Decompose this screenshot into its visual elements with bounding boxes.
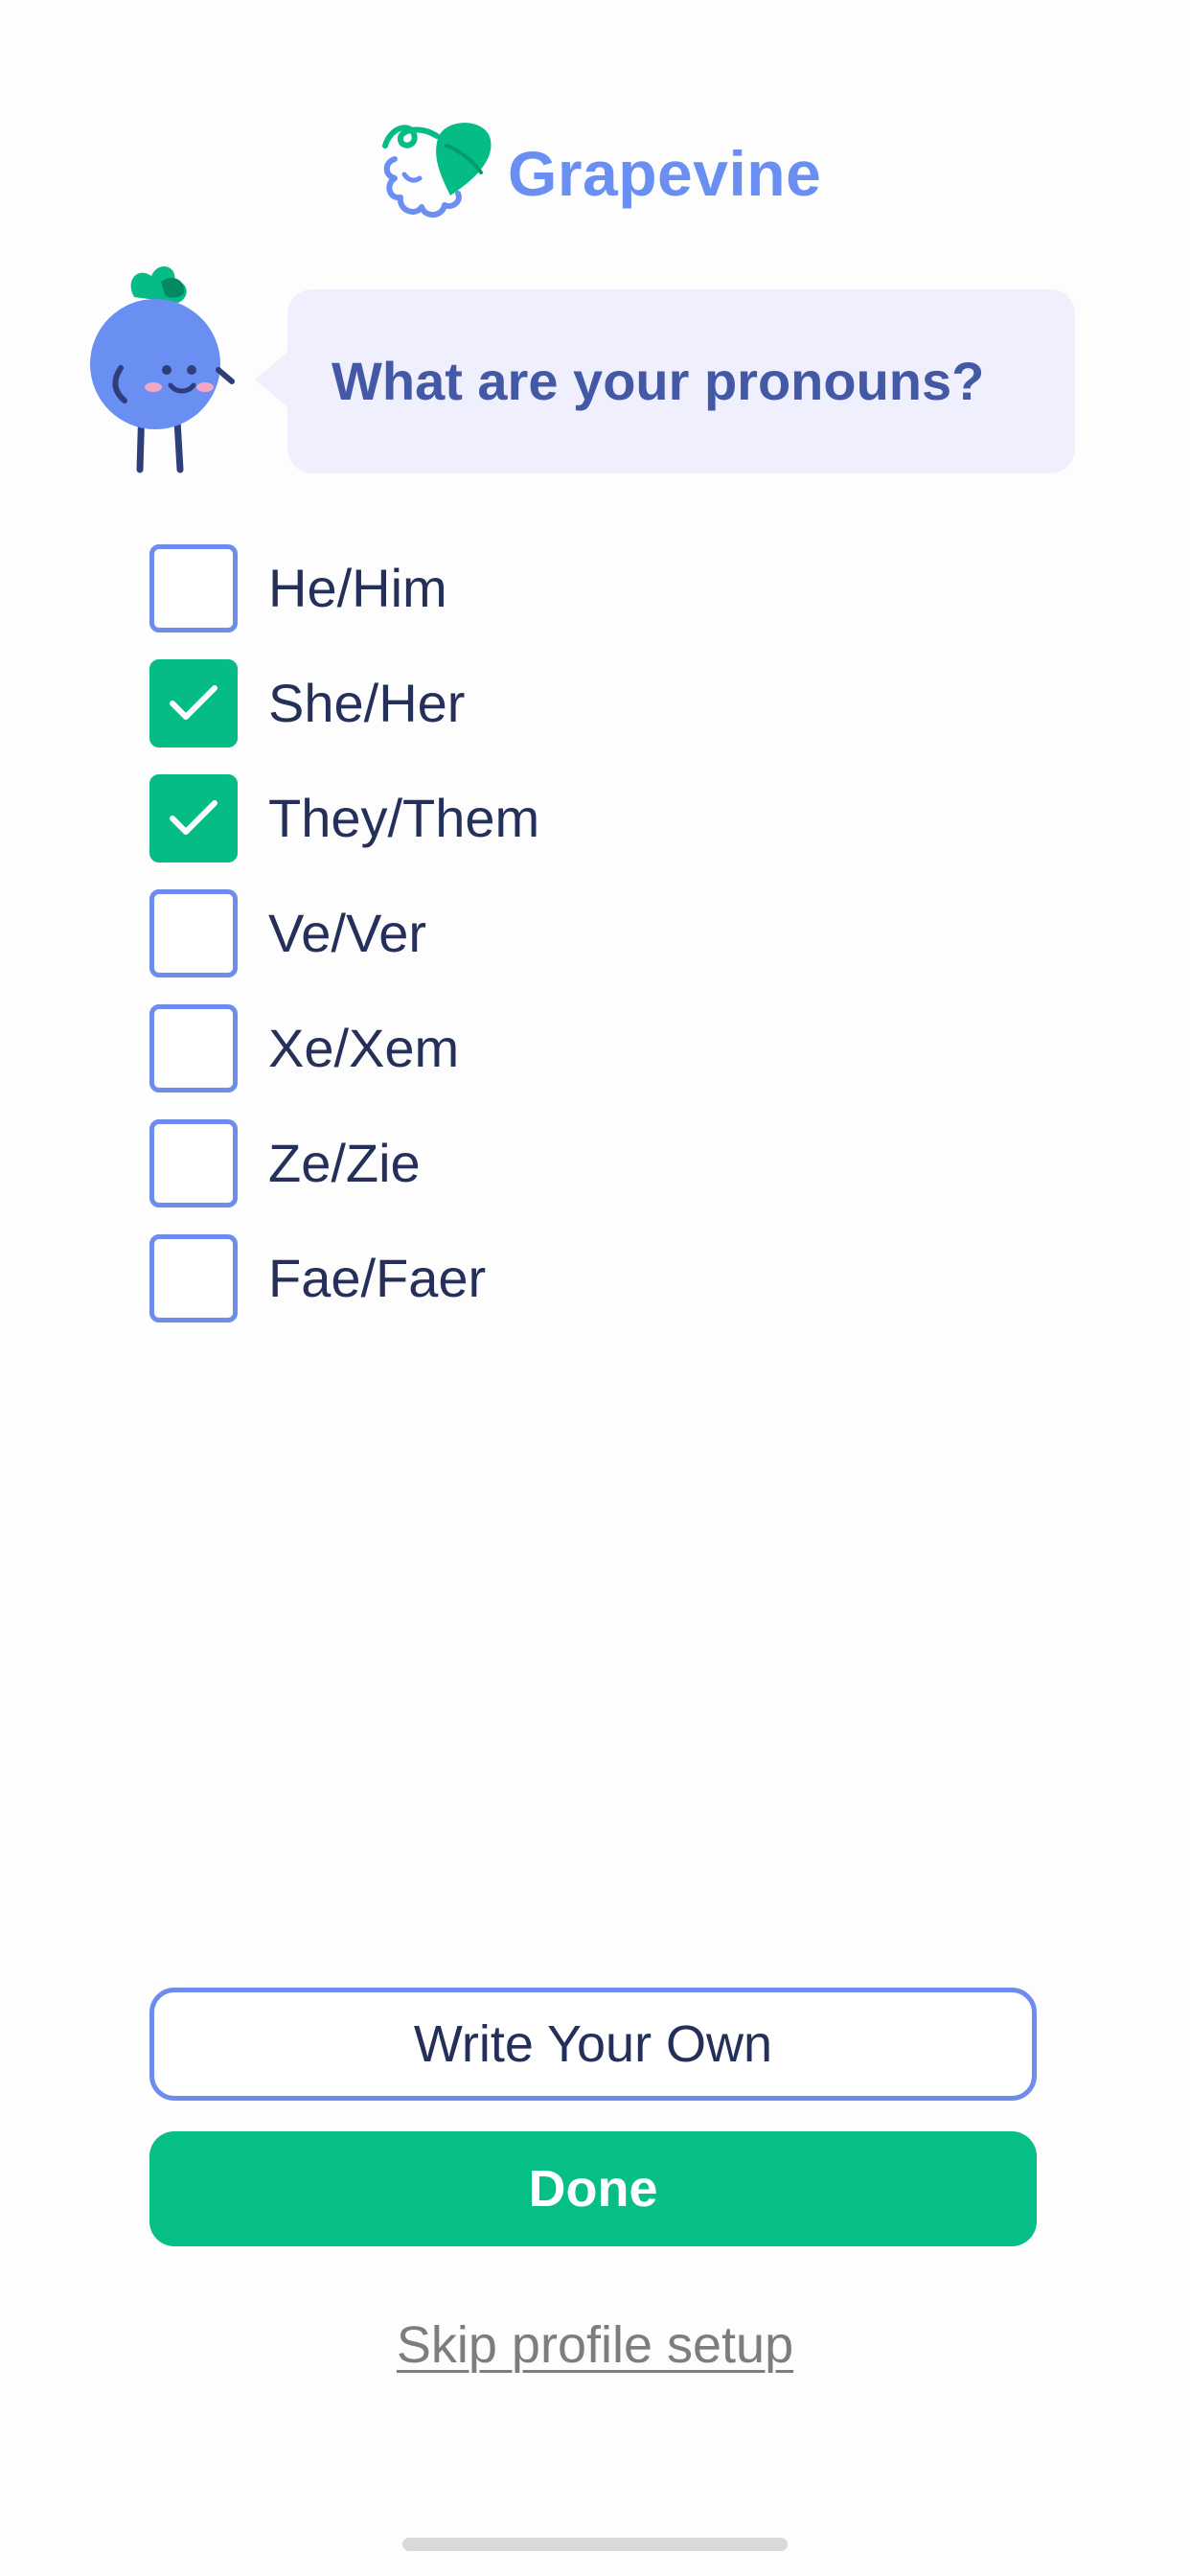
checkbox[interactable]	[149, 774, 238, 862]
write-your-own-button[interactable]: Write Your Own	[149, 1988, 1037, 2101]
option-label: Ve/Ver	[268, 903, 427, 963]
pronoun-option-ze-zie[interactable]: Ze/Zie	[149, 1119, 1012, 1234]
checkmark-icon	[170, 685, 217, 720]
grape-leaf-logo-icon	[382, 123, 492, 218]
pronoun-options-list: He/Him She/Her They/Them Ve/Ver Xe/Xem Z…	[149, 544, 1012, 1349]
pronoun-option-ve-ver[interactable]: Ve/Ver	[149, 889, 1012, 1004]
speech-bubble-tail	[255, 351, 289, 408]
checkbox[interactable]	[149, 544, 238, 632]
checkbox[interactable]	[149, 1234, 238, 1322]
app-name: Grapevine	[508, 138, 822, 209]
pronoun-option-xe-xem[interactable]: Xe/Xem	[149, 1004, 1012, 1119]
option-label: He/Him	[268, 558, 447, 618]
skip-profile-setup-link[interactable]: Skip profile setup	[0, 2315, 1190, 2375]
option-label: They/Them	[268, 788, 540, 848]
checkbox[interactable]	[149, 1004, 238, 1092]
checkbox[interactable]	[149, 1119, 238, 1208]
done-button[interactable]: Done	[149, 2131, 1037, 2246]
checkbox[interactable]	[149, 889, 238, 978]
home-indicator[interactable]	[402, 2538, 788, 2551]
checkbox[interactable]	[149, 659, 238, 748]
option-label: Ze/Zie	[268, 1133, 421, 1193]
pronoun-option-they-them[interactable]: They/Them	[149, 774, 1012, 889]
option-label: Xe/Xem	[268, 1018, 460, 1078]
speech-bubble: What are your pronouns?	[287, 289, 1075, 473]
pronoun-option-he-him[interactable]: He/Him	[149, 544, 1012, 659]
app-logo: Grapevine	[381, 117, 822, 227]
option-label: She/Her	[268, 673, 466, 733]
pronoun-option-fae-faer[interactable]: Fae/Faer	[149, 1234, 1012, 1349]
option-label: Fae/Faer	[268, 1248, 487, 1308]
checkmark-icon	[170, 800, 217, 835]
question-heading: What are your pronouns?	[332, 351, 985, 411]
blueberry-mascot-icon	[90, 265, 235, 473]
pronoun-option-she-her[interactable]: She/Her	[149, 659, 1012, 774]
